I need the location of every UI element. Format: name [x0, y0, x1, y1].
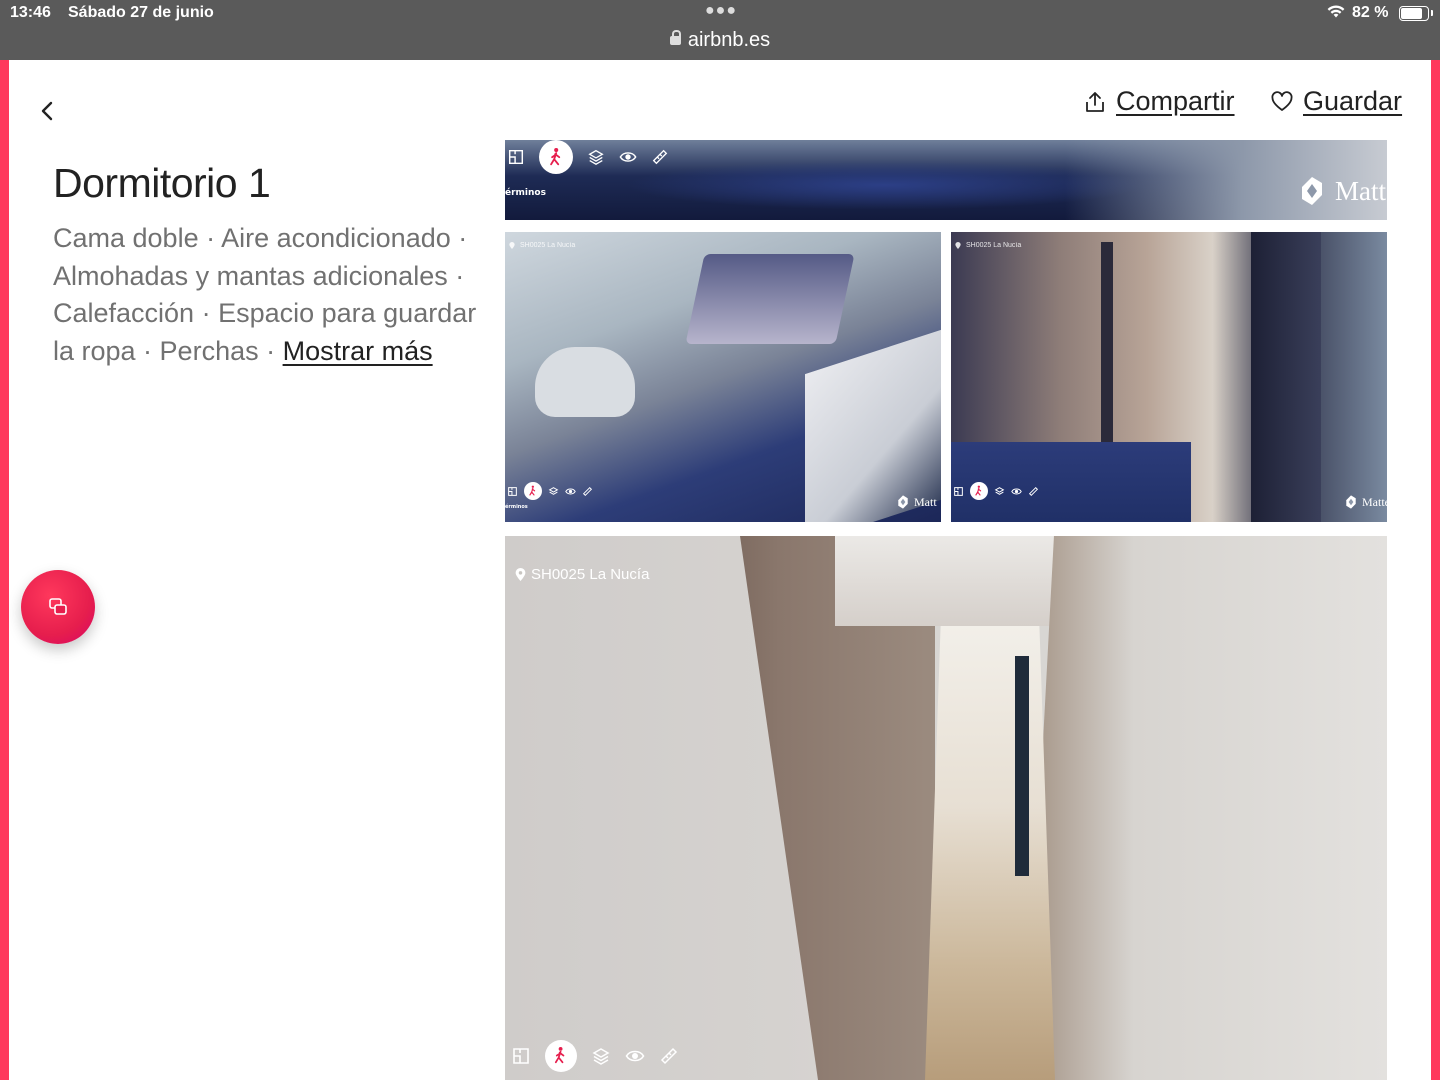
amenities-list: Cama doble · Aire acondicionado · Almoha… — [53, 220, 483, 370]
page: Compartir Guardar Dormitorio 1 Cama dobl… — [9, 60, 1431, 1080]
location-tag: SH0025 La Nucía — [955, 242, 1021, 249]
eye-icon[interactable] — [619, 148, 637, 166]
ruler-icon[interactable] — [651, 148, 669, 166]
floorplan-icon[interactable] — [511, 1046, 531, 1066]
status-date: Sábado 27 de junio — [68, 4, 214, 21]
pin-icon — [955, 242, 961, 249]
ruler-icon[interactable] — [1028, 486, 1039, 497]
walk-icon[interactable] — [539, 140, 573, 174]
ruler-icon[interactable] — [582, 486, 593, 497]
layers-icon[interactable] — [548, 486, 559, 497]
more-dots-icon[interactable]: ●●● — [705, 2, 737, 20]
save-button[interactable]: Guardar — [1271, 86, 1402, 117]
matterport-icon — [1346, 495, 1356, 509]
battery-percentage: 82 % — [1352, 4, 1389, 21]
matterport-logo: Matte — [1343, 494, 1387, 510]
tour-toolbar — [953, 482, 1039, 500]
room-photo-2[interactable]: SH0025 La Nucía érminos Matt — [505, 232, 941, 522]
status-bar: 13:46 Sábado 27 de junio ●●● airbnb.es 8… — [0, 0, 1440, 60]
share-icon — [1086, 91, 1104, 112]
eye-icon[interactable] — [1011, 486, 1022, 497]
matterport-logo: Matt — [895, 494, 937, 510]
share-button[interactable]: Compartir — [1084, 86, 1235, 117]
location-tag: SH0025 La Nucía — [509, 242, 575, 249]
chevron-left-icon — [41, 101, 53, 121]
wifi-icon — [1326, 3, 1346, 24]
heart-icon — [1271, 90, 1293, 111]
matterport-icon — [1302, 177, 1322, 205]
terms-text: érminos — [505, 504, 528, 510]
address-bar[interactable]: airbnb.es — [0, 29, 1440, 52]
walk-icon[interactable] — [545, 1040, 577, 1072]
matterport-icon — [898, 495, 908, 509]
tour-toolbar — [507, 140, 669, 174]
ruler-icon[interactable] — [659, 1046, 679, 1066]
tour-toolbar — [511, 1040, 679, 1072]
location-text: SH0025 La Nucía — [520, 242, 576, 249]
save-label: Guardar — [1303, 86, 1403, 116]
room-photo-4[interactable]: SH0025 La Nucía — [505, 536, 1387, 1080]
brand-name: Matte — [1362, 494, 1387, 509]
floorplan-icon[interactable] — [507, 486, 518, 497]
room-photo-3[interactable]: SH0025 La Nucía Matte — [951, 232, 1387, 522]
location-tag: SH0025 La Nucía — [515, 566, 649, 583]
matterport-logo: Matt — [1295, 174, 1386, 208]
floorplan-icon[interactable] — [507, 148, 525, 166]
pin-icon — [515, 568, 526, 581]
pin-icon — [509, 242, 515, 249]
location-text: SH0025 La Nucía — [531, 566, 650, 583]
layers-icon[interactable] — [591, 1046, 611, 1066]
eye-icon[interactable] — [625, 1046, 645, 1066]
gallery-icon — [49, 598, 67, 615]
eye-icon[interactable] — [565, 486, 576, 497]
brand-name: Matt — [1335, 175, 1386, 206]
location-text: SH0025 La Nucía — [966, 242, 1022, 249]
terms-text: érminos — [505, 188, 546, 198]
lock-icon — [669, 30, 681, 45]
photo-tour-button[interactable] — [21, 570, 95, 644]
room-title: Dormitorio 1 — [53, 160, 271, 206]
address-url: airbnb.es — [687, 29, 771, 51]
room-photo-1[interactable]: érminos Matt — [505, 140, 1387, 220]
layers-icon[interactable] — [587, 148, 605, 166]
show-more-link[interactable]: Mostrar más — [283, 336, 433, 366]
status-time: 13:46 — [10, 4, 51, 21]
walk-icon[interactable] — [970, 482, 988, 500]
battery-icon — [1399, 6, 1433, 21]
tour-toolbar — [507, 482, 593, 500]
brand-name: Matt — [914, 494, 937, 509]
share-label: Compartir — [1116, 86, 1235, 116]
layers-icon[interactable] — [994, 486, 1005, 497]
floorplan-icon[interactable] — [953, 486, 964, 497]
walk-icon[interactable] — [524, 482, 542, 500]
back-button[interactable] — [33, 96, 63, 126]
